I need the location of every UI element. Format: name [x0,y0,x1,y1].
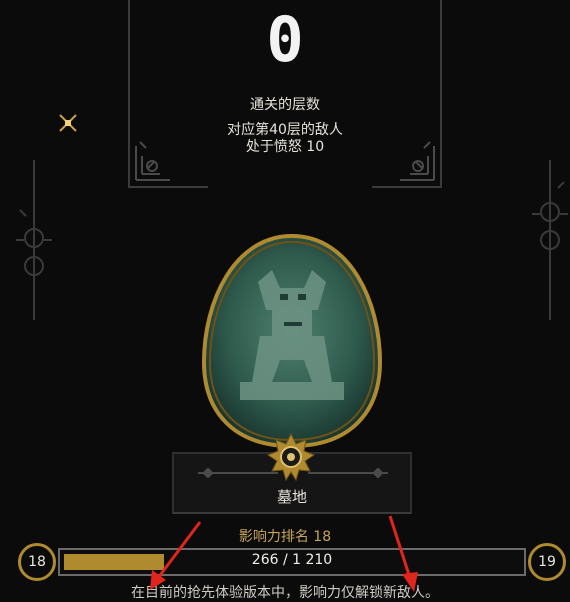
enemy-info: 对应第40层的敌人 处于愤怒 10 [0,122,570,156]
sun-emblem-icon [266,432,316,482]
floors-cleared-count: 0 [266,3,304,76]
enemy-anger-line: 处于愤怒 10 [245,139,325,155]
sparkle-icon [59,114,77,132]
influence-progress-text: 266 / 1 210 [251,552,333,568]
side-ornament-left [16,160,52,320]
location-portrait [201,233,383,449]
location-name: 墓地 [276,488,307,506]
current-level-badge: 18 [18,543,56,581]
early-access-note: 在目前的抢先体验版本中，影响力仅解锁新敌人。 [131,585,439,601]
enemy-floor-line: 对应第40层的敌人 [227,122,343,138]
influence-rank: 影响力排名 18 [238,529,332,545]
next-level-badge: 19 [528,543,566,581]
floors-cleared-label: 通关的层数 [250,97,320,113]
side-ornament-right [532,160,568,320]
